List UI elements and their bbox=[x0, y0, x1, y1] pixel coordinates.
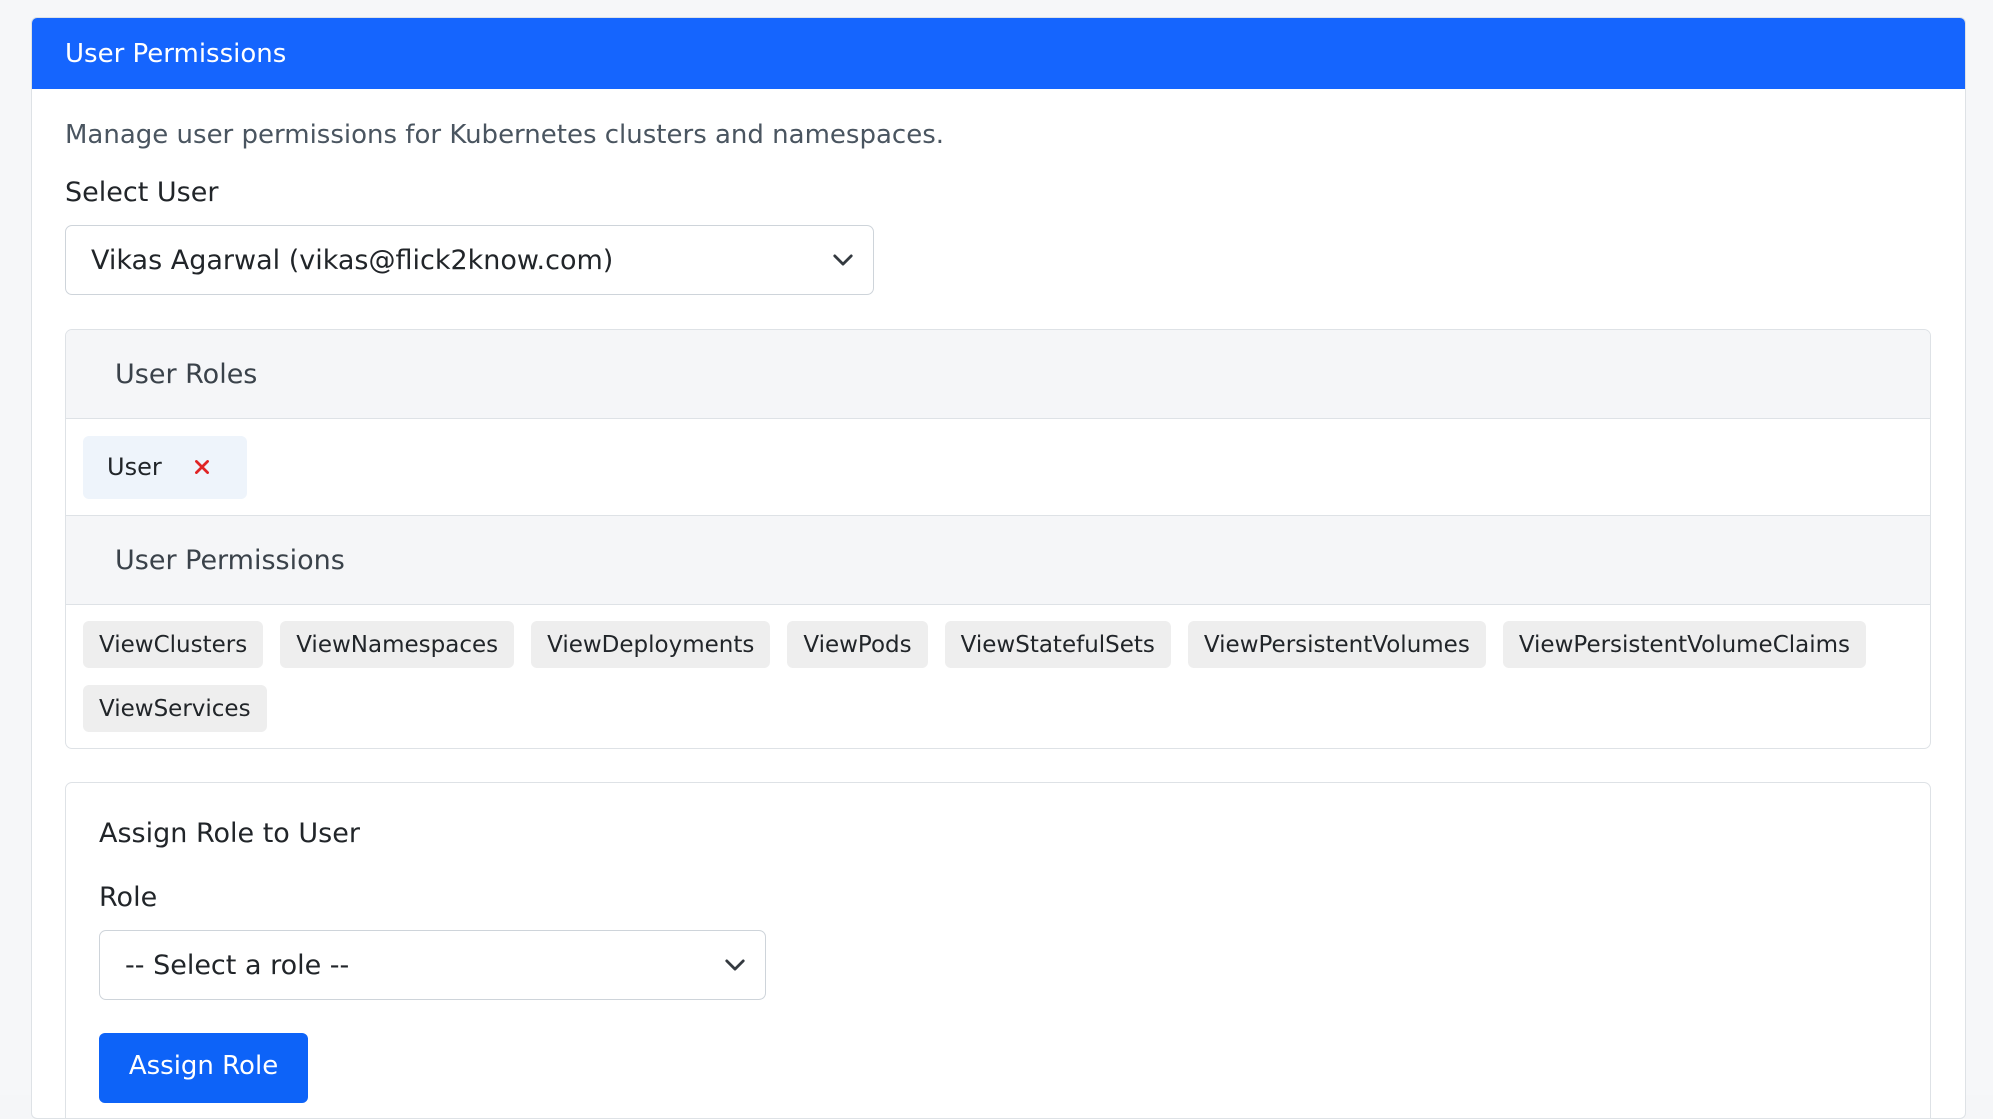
user-select-value: Vikas Agarwal (vikas@flick2know.com) bbox=[91, 244, 614, 276]
card-body: Manage user permissions for Kubernetes c… bbox=[32, 120, 1965, 1118]
remove-role-button[interactable] bbox=[192, 457, 212, 477]
permission-chip: ViewPersistentVolumes bbox=[1187, 621, 1486, 668]
permission-chip: ViewServices bbox=[83, 685, 267, 732]
permissions-list: ViewClusters ViewNamespaces ViewDeployme… bbox=[66, 605, 1913, 748]
card-header: User Permissions bbox=[32, 18, 1965, 89]
permission-chip: ViewPersistentVolumeClaims bbox=[1502, 621, 1867, 668]
permission-chip: ViewClusters bbox=[83, 621, 264, 668]
user-roles-panel: User Roles User User Permissions ViewClu… bbox=[65, 329, 1931, 749]
select-user-label: Select User bbox=[65, 177, 219, 208]
card-title: User Permissions bbox=[65, 38, 287, 69]
assign-role-title: Assign Role to User bbox=[99, 818, 360, 849]
user-roles-header: User Roles bbox=[66, 330, 1930, 419]
close-icon bbox=[194, 460, 209, 474]
user-roles-title: User Roles bbox=[115, 358, 258, 390]
chevron-down-icon bbox=[833, 254, 853, 266]
permission-chip: ViewPods bbox=[787, 621, 928, 668]
chevron-down-icon bbox=[725, 959, 745, 971]
role-chip: User bbox=[83, 435, 247, 499]
role-select[interactable]: -- Select a role -- bbox=[99, 930, 766, 1000]
permission-chip: ViewDeployments bbox=[531, 621, 771, 668]
user-select[interactable]: Vikas Agarwal (vikas@flick2know.com) bbox=[65, 225, 874, 295]
role-label: Role bbox=[99, 882, 158, 913]
permission-chip: ViewNamespaces bbox=[280, 621, 515, 668]
assign-role-card: Assign Role to User Role -- Select a rol… bbox=[65, 782, 1931, 1118]
role-chip-label: User bbox=[107, 453, 162, 481]
assign-role-button[interactable]: Assign Role bbox=[99, 1033, 308, 1103]
user-permissions-header: User Permissions bbox=[66, 516, 1930, 605]
user-permissions-title: User Permissions bbox=[115, 544, 345, 576]
page-description: Manage user permissions for Kubernetes c… bbox=[65, 120, 944, 150]
role-select-value: -- Select a role -- bbox=[125, 949, 350, 981]
user-roles-list: User bbox=[66, 419, 1930, 516]
permission-chip: ViewStatefulSets bbox=[944, 621, 1171, 668]
user-permissions-card: User Permissions Manage user permissions… bbox=[31, 17, 1966, 1119]
